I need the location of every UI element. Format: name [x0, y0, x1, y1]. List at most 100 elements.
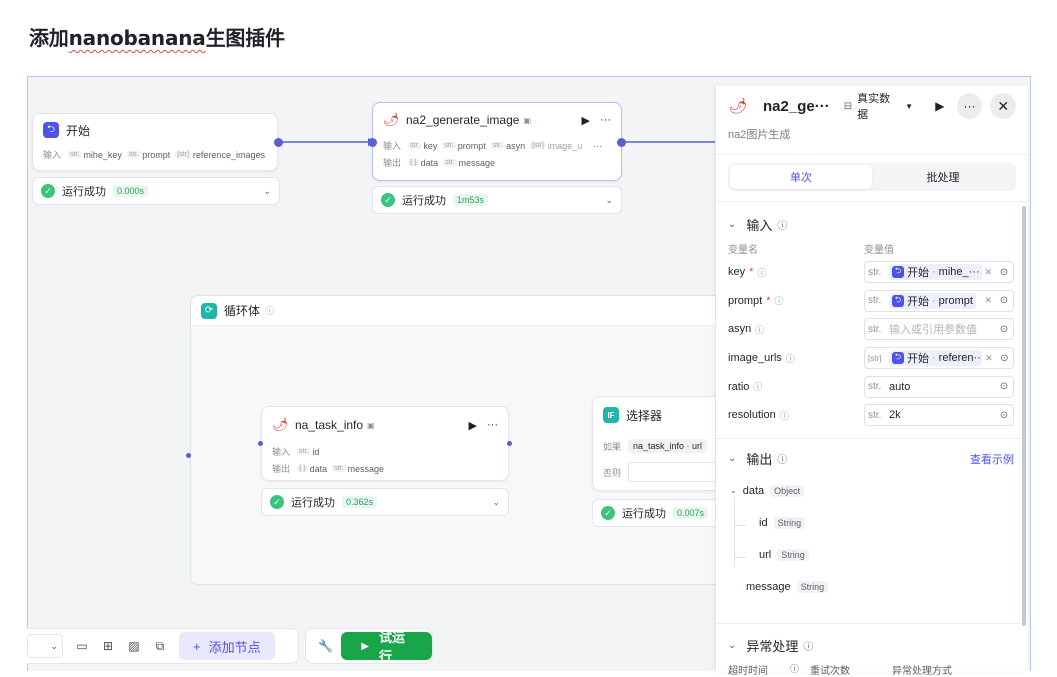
output-tree: ⌄ data Object id String url String messa… [716, 475, 1028, 603]
tab-single[interactable]: 单次 [730, 165, 872, 189]
gen-inputs: 输入 str. key str. prompt str. asyn [str] imag… [383, 140, 603, 152]
param-resolution-input[interactable]: str. 2k ⊙ [864, 404, 1014, 427]
remove-icon[interactable]: ✕ [984, 295, 992, 306]
start-node-title: 开始 [66, 123, 91, 138]
loop-input-port[interactable] [186, 453, 191, 458]
add-node-button[interactable]: + 添加节点 [179, 632, 275, 660]
input-tag: prompt [142, 149, 171, 160]
param-asyn-input[interactable]: str. 输入或引用参数值 ⊙ [864, 318, 1014, 341]
more-icon[interactable]: ··· [956, 93, 983, 119]
play-icon[interactable]: ▶ [469, 419, 477, 432]
info-icon[interactable]: ⓘ [775, 294, 784, 307]
info-icon[interactable]: ⓘ [777, 451, 787, 466]
info-icon[interactable]: ⓘ [753, 380, 762, 393]
selector-node[interactable]: IF 选择器 如果 na_task_info · url 否则 [592, 396, 732, 491]
param-row: image_urls ⓘ [str] ⮌ 开始 · referen··· ✕ ⊙ [716, 344, 1028, 373]
task-info-node[interactable]: 🌶 na_task_info ▣ ▶ ··· 输入 str. id 输出 { } d… [261, 406, 509, 481]
gen-run-status[interactable]: ✓ 运行成功 1m53s ⌄ [372, 186, 622, 214]
comment-icon[interactable]: ▭ [69, 633, 95, 659]
grid-icon[interactable]: ⊞ [95, 633, 121, 659]
param-row: key * ⓘ str. ⮌ 开始 · mihe_··· ✕ ⊙ [716, 258, 1028, 287]
variable-ref-chip[interactable]: ⮌ 开始 · mihe_··· [889, 264, 982, 281]
info-icon[interactable]: ⓘ [790, 662, 810, 677]
task-inputs: 输入 str. id [272, 446, 320, 458]
remove-icon[interactable]: ✕ [985, 353, 993, 364]
reference-icon[interactable]: ⊙ [999, 353, 1010, 364]
reference-icon[interactable]: ⊙ [998, 295, 1010, 306]
param-ratio-input[interactable]: str. auto ⊙ [864, 375, 1014, 398]
success-icon: ✓ [601, 506, 615, 520]
tab-batch[interactable]: 批处理 [872, 165, 1014, 189]
param-prompt-input[interactable]: str. ⮌ 开始 · prompt ✕ ⊙ [864, 289, 1014, 312]
zoom-select[interactable]: ⌄ [27, 634, 63, 658]
view-example-link[interactable]: 查看示例 [970, 451, 1014, 467]
param-key-input[interactable]: str. ⮌ 开始 · mihe_··· ✕ ⊙ [864, 261, 1014, 284]
info-icon[interactable]: ⓘ [265, 304, 274, 317]
loop-title: 循环体 [224, 304, 261, 318]
info-icon[interactable]: ⓘ [803, 638, 813, 653]
gen-image-node[interactable]: 🌶 na2_generate_image ▣ ▶ ··· 输入 str. key … [372, 102, 622, 181]
chevron-down-icon[interactable]: ⌄ [605, 195, 613, 206]
start-output-port[interactable] [274, 138, 283, 147]
more-icon[interactable]: ··· [487, 419, 498, 432]
play-icon[interactable]: ▶ [582, 114, 590, 127]
start-icon: ⮌ [892, 294, 904, 307]
selector-else-slot[interactable] [628, 462, 725, 482]
reference-icon[interactable]: ⊙ [998, 267, 1010, 278]
reference-icon[interactable]: ⊙ [998, 381, 1010, 392]
panel-title: na2_ge··· [763, 97, 830, 115]
image-icon[interactable]: ▨ [121, 633, 147, 659]
param-row: resolution ⓘ str. 2k ⊙ [716, 401, 1028, 430]
info-icon[interactable]: ⓘ [786, 352, 795, 365]
play-icon[interactable]: ▶ [927, 93, 953, 119]
test-run-button[interactable]: ▶ 试运行 [341, 630, 432, 664]
input-section-header[interactable]: ⌄ 输入 ⓘ [716, 214, 1028, 234]
gen-input-port[interactable] [368, 138, 377, 147]
param-row: prompt * ⓘ str. ⮌ 开始 · prompt ✕ ⊙ [716, 287, 1028, 316]
start-node[interactable]: ⮌ 开始 输入 str. mihe_key str. prompt [str] ref… [32, 113, 278, 171]
reference-icon[interactable]: ⊙ [998, 410, 1010, 421]
output-data-row[interactable]: ⌄ data Object [716, 475, 1028, 507]
selector-run-status[interactable]: ✓ 运行成功 0.007s [592, 499, 732, 527]
task-output-port[interactable] [507, 441, 512, 446]
info-icon[interactable]: ⓘ [755, 323, 764, 336]
reference-icon[interactable]: ⊙ [998, 324, 1010, 335]
start-run-status[interactable]: ✓ 运行成功 0.000s ⌄ [32, 177, 280, 205]
info-icon[interactable]: ⓘ [777, 217, 787, 232]
chevron-down-icon[interactable]: ⌄ [263, 186, 271, 197]
chevron-down-icon: ⌄ [730, 486, 737, 496]
task-node-title: na_task_info [295, 418, 364, 432]
store-icon: ▣ [523, 115, 531, 125]
info-icon[interactable]: ⓘ [757, 266, 766, 279]
variable-ref-chip[interactable]: ⮌ 开始 · referen··· [889, 350, 983, 367]
output-message-row: message String [716, 571, 1028, 603]
task-input-port[interactable] [258, 441, 263, 446]
close-icon[interactable]: ✕ [990, 93, 1017, 119]
pepper-icon: 🌶 [382, 112, 400, 128]
selector-condition[interactable]: na_task_info · url [628, 439, 708, 453]
chevron-down-icon[interactable]: ⌄ [492, 497, 500, 508]
panel-scrollbar[interactable] [1022, 206, 1026, 626]
more-inputs-icon[interactable]: ··· [593, 141, 602, 151]
pepper-icon: 🌶 [271, 417, 289, 433]
pepper-icon: 🌶 [728, 96, 748, 116]
chevron-down-icon: ⌄ [728, 218, 737, 230]
wrench-icon[interactable]: 🔧 [314, 633, 337, 659]
chevron-down-icon: ⌄ [728, 640, 737, 652]
info-icon[interactable]: ⓘ [780, 409, 789, 422]
error-section-header[interactable]: ⌄ 异常处理 ⓘ [716, 636, 1028, 656]
remove-icon[interactable]: ✕ [985, 267, 993, 278]
input-tag: mihe_key [83, 149, 122, 160]
gen-outputs: 输出 { } data str. message [383, 157, 496, 169]
loop-icon: ⟳ [201, 302, 217, 319]
gen-output-port[interactable] [617, 138, 626, 147]
data-mode-select[interactable]: ⊟ 真实数据 ▼ [844, 90, 913, 122]
variable-ref-chip[interactable]: ⮌ 开始 · prompt [889, 292, 976, 309]
task-run-status[interactable]: ✓ 运行成功 0.362s ⌄ [261, 488, 509, 516]
chevron-down-icon: ⌄ [728, 453, 737, 465]
output-section-header[interactable]: ⌄ 输出 ⓘ 查看示例 [716, 449, 1028, 469]
param-image-urls-input[interactable]: [str] ⮌ 开始 · referen··· ✕ ⊙ [864, 347, 1014, 370]
minimap-icon[interactable]: ⧉ [147, 633, 173, 659]
selector-if-row: 如果 na_task_info · url [593, 433, 731, 459]
more-icon[interactable]: ··· [600, 114, 611, 127]
